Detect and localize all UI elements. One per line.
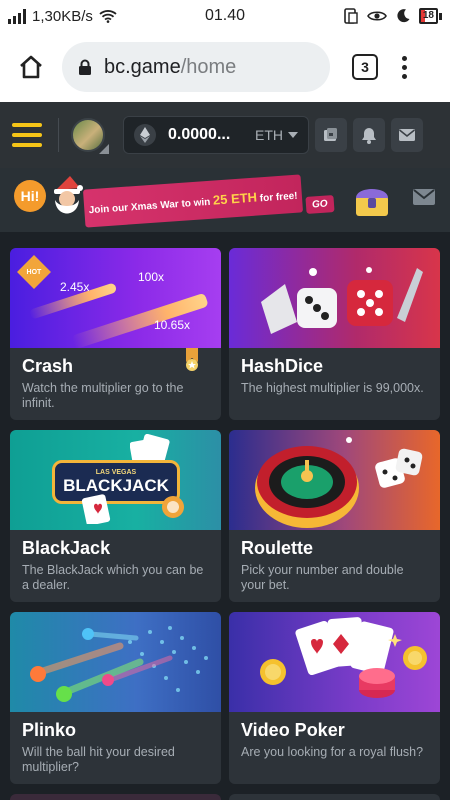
promo-banner[interactable]: Hi! Join our Xmas War to win 25 ETH for … bbox=[0, 168, 450, 232]
lock-icon bbox=[79, 59, 91, 75]
home-button[interactable] bbox=[14, 50, 48, 84]
messages-button[interactable] bbox=[391, 118, 423, 152]
plinko-thumbnail bbox=[10, 612, 221, 712]
multiplier-label: 10.65x bbox=[154, 318, 191, 332]
game-card-roulette[interactable]: Roulette Pick your number and double you… bbox=[229, 430, 440, 602]
promo-prize: 25 ETH bbox=[212, 189, 258, 208]
game-card-plinko[interactable]: Plinko Will the ball hit your desired mu… bbox=[10, 612, 221, 784]
game-description: The BlackJack which you can be a dealer. bbox=[22, 563, 204, 592]
blackjack-thumbnail: LAS VEGAS BLACKJACK bbox=[10, 430, 221, 530]
game-card-video-poker[interactable]: Video Poker Are you looking for a royal … bbox=[229, 612, 440, 784]
game-title: Plinko bbox=[22, 720, 77, 740]
game-card-partial[interactable] bbox=[10, 794, 221, 800]
url-domain: bc.game bbox=[104, 55, 181, 78]
app-header: 0.0000... ETH bbox=[0, 102, 450, 168]
wallet-icon bbox=[324, 128, 337, 141]
promo-ribbon: Join our Xmas War to win 25 ETH for free… bbox=[82, 174, 304, 228]
wifi-icon bbox=[99, 10, 117, 23]
hashdice-thumbnail bbox=[229, 248, 440, 348]
game-description: Are you looking for a royal flush? bbox=[241, 745, 424, 759]
card-icon bbox=[81, 494, 111, 524]
clock: 01.40 bbox=[204, 7, 246, 24]
balance-amount: 0.0000... bbox=[168, 126, 231, 143]
game-title: BlackJack bbox=[22, 538, 111, 558]
medal-icon bbox=[186, 348, 198, 371]
browser-toolbar: bc.game/home 3 bbox=[0, 32, 450, 102]
currency-label: ETH bbox=[255, 127, 283, 143]
browser-menu-button[interactable] bbox=[402, 55, 407, 79]
status-bar: 1,30KB/s 01.40 18 bbox=[0, 0, 450, 32]
game-description: Pick your number and double your bet. bbox=[241, 563, 404, 592]
game-description: The highest multiplier is 99,000x. bbox=[241, 381, 424, 395]
game-title: HashDice bbox=[241, 356, 324, 376]
game-title: Roulette bbox=[241, 538, 313, 558]
avatar[interactable] bbox=[71, 118, 109, 154]
home-icon bbox=[20, 55, 42, 79]
santa-icon bbox=[54, 176, 83, 214]
notifications-button[interactable] bbox=[353, 118, 385, 152]
sign-subtitle: LAS VEGAS bbox=[95, 468, 137, 476]
multiplier-label: 2.45x bbox=[60, 280, 90, 294]
games-grid: HOT 2.45x 100x 10.65x Crash Watch the mu… bbox=[10, 248, 440, 800]
divider bbox=[58, 118, 59, 152]
signal-icon bbox=[8, 8, 26, 24]
address-bar[interactable]: bc.game/home bbox=[62, 42, 330, 92]
url-path: /home bbox=[180, 55, 237, 78]
promo-text-prefix: Join our Xmas War to win bbox=[88, 196, 211, 216]
dice-illustration bbox=[261, 267, 423, 334]
game-card-crash[interactable]: HOT 2.45x 100x 10.65x Crash Watch the mu… bbox=[10, 248, 221, 420]
chip-icon bbox=[162, 496, 184, 518]
battery-icon: 18 bbox=[418, 8, 442, 24]
hamburger-menu-button[interactable] bbox=[12, 123, 42, 147]
wallet-balance[interactable]: 0.0000... ETH bbox=[123, 116, 309, 154]
wallet-button[interactable] bbox=[315, 118, 347, 152]
game-description: Watch the multiplier go to the infinit. bbox=[22, 381, 184, 410]
multiplier-label: 100x bbox=[138, 270, 165, 284]
promo-go-button[interactable]: GO bbox=[305, 195, 335, 214]
bell-icon bbox=[362, 127, 376, 144]
sign-title: BLACKJACK bbox=[63, 475, 169, 495]
game-title: Video Poker bbox=[241, 720, 345, 740]
tab-switcher-button[interactable]: 3 bbox=[352, 54, 378, 80]
chevron-down-icon bbox=[288, 132, 298, 138]
hot-badge: HOT bbox=[17, 255, 51, 289]
game-card-hashdice[interactable]: HashDice The highest multiplier is 99,00… bbox=[229, 248, 440, 420]
mail-icon bbox=[399, 129, 415, 141]
currency-selector[interactable]: ETH bbox=[255, 127, 298, 143]
crash-thumbnail: HOT 2.45x 100x 10.65x bbox=[10, 248, 221, 348]
promo-text-suffix: for free! bbox=[259, 190, 298, 204]
roulette-wheel-icon bbox=[255, 437, 423, 528]
battery-level: 18 bbox=[422, 10, 434, 21]
treasure-chest-icon bbox=[356, 189, 388, 216]
screenshot-icon bbox=[344, 8, 358, 24]
video-poker-thumbnail bbox=[229, 612, 440, 712]
moon-icon bbox=[397, 9, 410, 23]
game-description: Will the ball hit your desired multiplie… bbox=[22, 745, 175, 774]
collapse-banner-icon[interactable] bbox=[412, 186, 436, 208]
network-speed: 1,30KB/s bbox=[32, 7, 93, 25]
plinko-balls-illustration bbox=[30, 626, 208, 702]
poker-cards-illustration bbox=[260, 617, 427, 698]
game-card-blackjack[interactable]: LAS VEGAS BLACKJACK BlackJack The BlackJ… bbox=[10, 430, 221, 602]
eye-icon bbox=[366, 11, 387, 21]
game-card-partial[interactable] bbox=[229, 794, 440, 800]
ethereum-icon bbox=[134, 124, 156, 146]
hi-speech-bubble: Hi! bbox=[14, 180, 46, 212]
roulette-thumbnail bbox=[229, 430, 440, 530]
